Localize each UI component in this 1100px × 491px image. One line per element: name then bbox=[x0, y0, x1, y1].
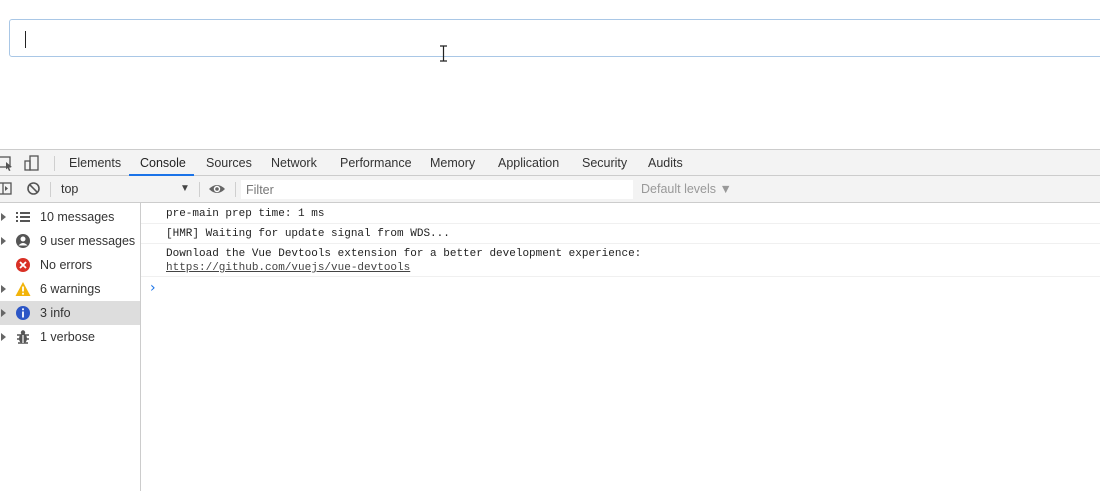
tab-sources[interactable]: Sources bbox=[206, 150, 252, 176]
sidebar-item-errors[interactable]: No errors bbox=[0, 253, 140, 277]
console-prompt-icon[interactable]: › bbox=[150, 281, 156, 295]
context-selector[interactable]: top bbox=[61, 176, 78, 202]
sidebar-item-verbose[interactable]: 1 verbose bbox=[0, 325, 140, 349]
list-icon bbox=[16, 212, 30, 222]
tab-elements[interactable]: Elements bbox=[69, 150, 121, 176]
sidebar-item-label: 3 info bbox=[40, 306, 71, 320]
error-icon bbox=[16, 258, 30, 272]
tab-audits[interactable]: Audits bbox=[648, 150, 683, 176]
tabbar-separator bbox=[54, 156, 55, 171]
sidebar-toggle-icon[interactable] bbox=[0, 181, 13, 196]
sidebar-item-label: 9 user messages bbox=[40, 234, 136, 248]
tab-performance[interactable]: Performance bbox=[340, 150, 412, 176]
eye-icon[interactable] bbox=[208, 182, 226, 196]
console-message-text: Download the Vue Devtools extension for … bbox=[166, 248, 642, 260]
sidebar-item-user-messages[interactable]: 9 user messages bbox=[0, 229, 140, 253]
console-output[interactable]: pre-main prep time: 1 ms [HMR] Waiting f… bbox=[141, 203, 1100, 491]
sidebar-item-info[interactable]: 3 info bbox=[0, 301, 140, 325]
vue-devtools-link[interactable]: https://github.com/vuejs/vue-devtools bbox=[166, 261, 410, 275]
warning-icon bbox=[15, 282, 31, 296]
console-message-text: [HMR] Waiting for update signal from WDS… bbox=[166, 228, 450, 240]
sidebar-item-label: 10 messages bbox=[40, 210, 115, 224]
text-caret bbox=[25, 31, 26, 48]
inspect-element-icon[interactable] bbox=[0, 155, 14, 171]
expand-arrow-icon[interactable] bbox=[1, 285, 6, 293]
info-icon bbox=[16, 306, 30, 320]
console-message: [HMR] Waiting for update signal from WDS… bbox=[141, 224, 1100, 244]
expand-arrow-icon[interactable] bbox=[1, 333, 6, 341]
bug-icon bbox=[17, 330, 29, 344]
sidebar-item-label: 1 verbose bbox=[40, 330, 95, 344]
devtools-panel: Elements Console Sources Network Perform… bbox=[0, 149, 1100, 491]
tab-console[interactable]: Console bbox=[140, 150, 186, 176]
devtools-tabbar: Elements Console Sources Network Perform… bbox=[0, 149, 1100, 176]
toolbar-separator bbox=[50, 182, 51, 197]
tab-application[interactable]: Application bbox=[498, 150, 559, 176]
filter-input[interactable] bbox=[241, 180, 633, 199]
sidebar-item-label: No errors bbox=[40, 258, 93, 272]
expand-arrow-icon[interactable] bbox=[1, 213, 6, 221]
console-message-text: pre-main prep time: 1 ms bbox=[166, 208, 325, 220]
page-text-input[interactable] bbox=[9, 19, 1100, 57]
expand-arrow-icon[interactable] bbox=[1, 309, 6, 317]
console-message: Download the Vue Devtools extension for … bbox=[141, 244, 1100, 277]
tab-security[interactable]: Security bbox=[582, 150, 627, 176]
toolbar-separator bbox=[235, 182, 236, 197]
console-toolbar: top ▼ Default levels ▼ bbox=[0, 176, 1100, 203]
chevron-down-icon[interactable]: ▼ bbox=[180, 176, 190, 202]
ibeam-cursor-icon bbox=[440, 45, 447, 62]
console-message: pre-main prep time: 1 ms bbox=[141, 203, 1100, 224]
sidebar-item-label: 6 warnings bbox=[40, 282, 101, 296]
toolbar-separator bbox=[199, 182, 200, 197]
sidebar-item-warnings[interactable]: 6 warnings bbox=[0, 277, 140, 301]
console-sidebar: 10 messages 9 user messages No errors 6 … bbox=[0, 203, 141, 491]
clear-console-icon[interactable] bbox=[26, 181, 41, 196]
expand-arrow-icon[interactable] bbox=[1, 237, 6, 245]
tab-memory[interactable]: Memory bbox=[430, 150, 475, 176]
sidebar-item-messages[interactable]: 10 messages bbox=[0, 205, 140, 229]
device-toolbar-icon[interactable] bbox=[24, 155, 40, 171]
tab-network[interactable]: Network bbox=[271, 150, 317, 176]
log-levels-dropdown[interactable]: Default levels ▼ bbox=[641, 176, 732, 202]
user-icon bbox=[16, 234, 30, 248]
